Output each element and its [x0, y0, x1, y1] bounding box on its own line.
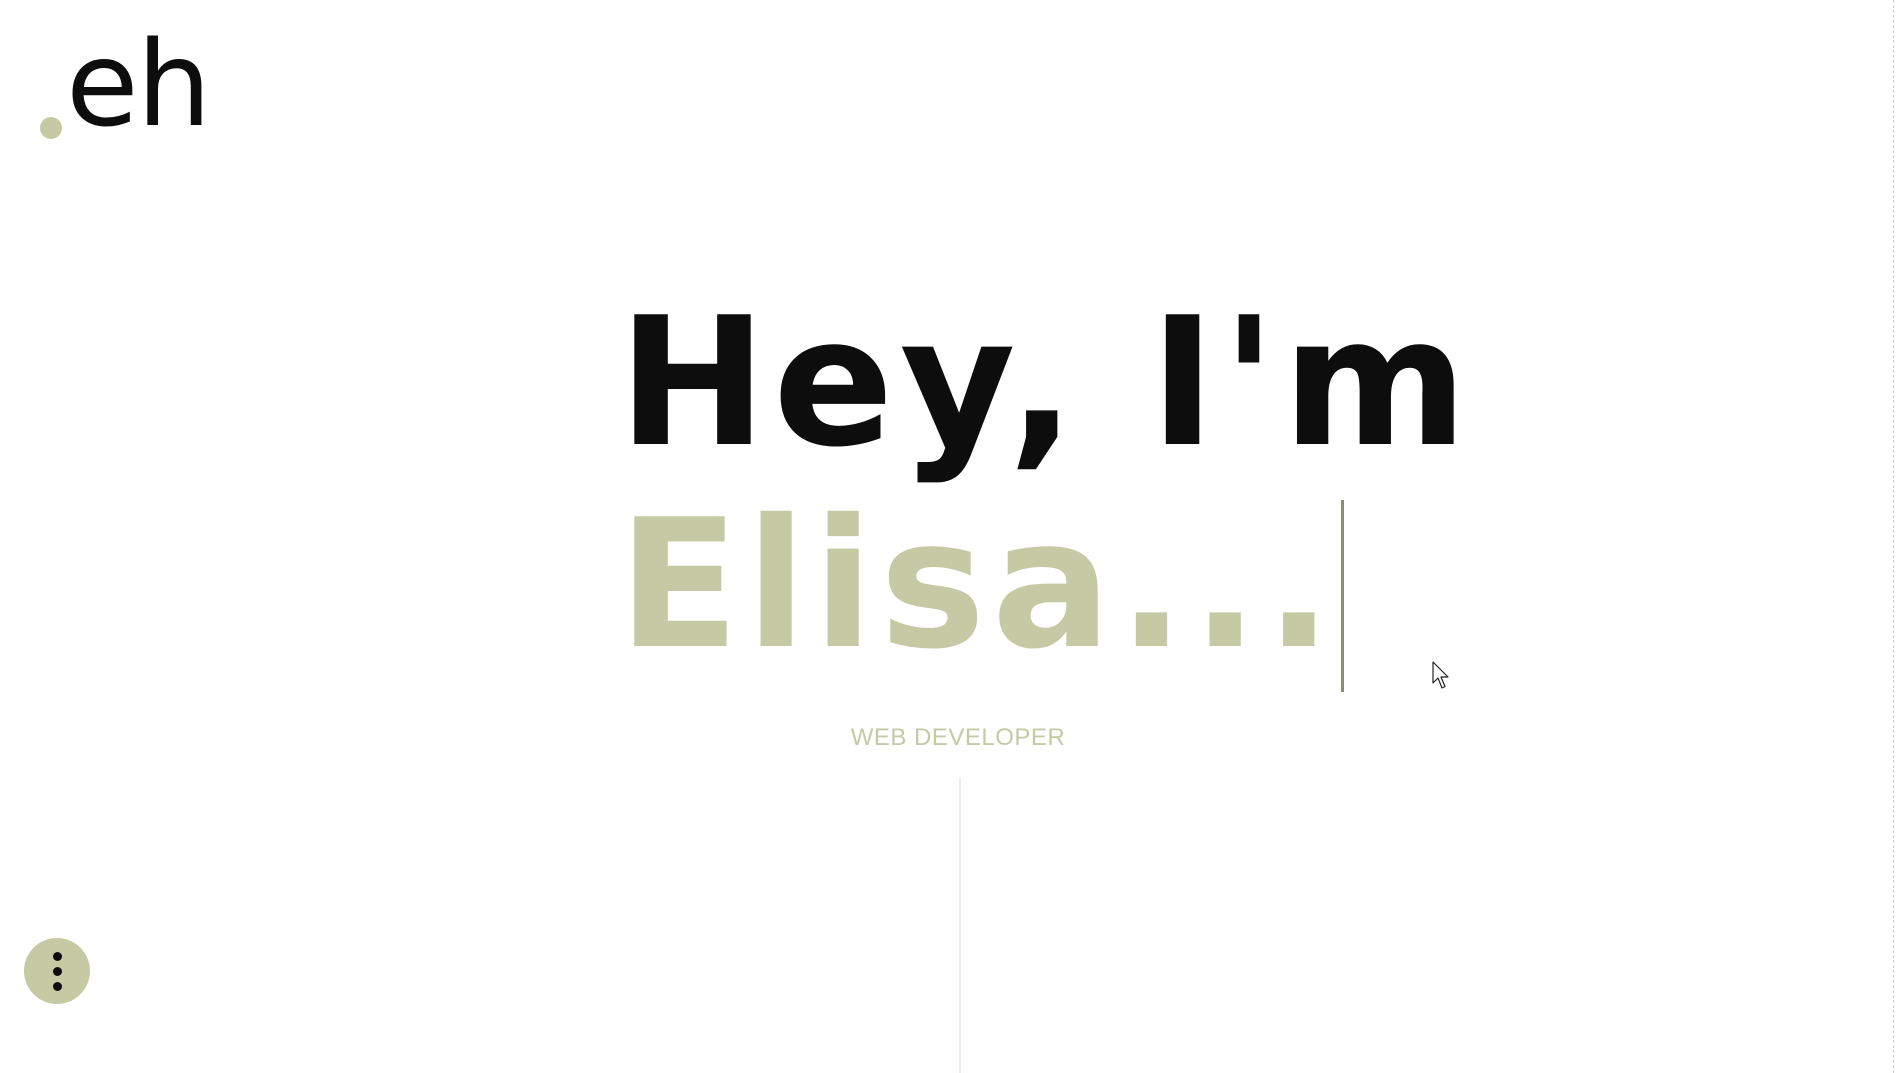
more-vertical-icon-dot: [52, 966, 62, 976]
more-vertical-icon: [52, 951, 62, 961]
page-edge-guide: [1893, 0, 1894, 1073]
hero-greeting: Hey, I'm: [618, 279, 1474, 486]
logo-dot: [40, 117, 62, 139]
menu-button[interactable]: [24, 938, 90, 1004]
typing-caret: [1340, 500, 1344, 692]
hero-name-row: Elisa...: [618, 496, 1474, 696]
more-vertical-icon-dot: [52, 981, 62, 991]
subtitle-text: WEB DEVELOPER: [850, 724, 1066, 751]
hero-subtitle: WEB DEVELOPER: [0, 724, 1897, 752]
hero-name: Elisa...: [618, 481, 1339, 688]
mouse-pointer-icon: [1432, 661, 1449, 689]
hero-heading: Hey, I'm Elisa...: [618, 294, 1474, 696]
logo-text: eh: [66, 15, 211, 153]
page: eh Hey, I'm Elisa... WEB DEVELOPER: [0, 0, 1897, 1073]
site-logo[interactable]: eh: [40, 15, 211, 153]
scroll-indicator-line: [959, 778, 961, 1073]
